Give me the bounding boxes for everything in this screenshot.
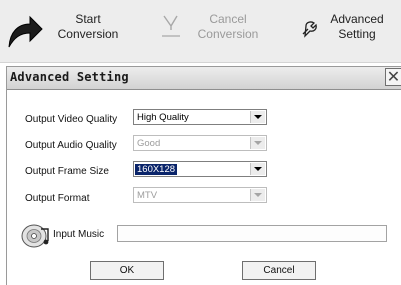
input-music-field[interactable] <box>117 225 387 242</box>
chevron-down-icon <box>250 189 265 201</box>
frame-size-select[interactable]: 160X128 <box>133 161 267 177</box>
cancel-button[interactable]: Cancel <box>242 261 316 280</box>
audio-quality-value: Good <box>137 138 161 149</box>
close-icon[interactable]: ✕ <box>385 68 401 86</box>
main-toolbar: Start Conversion Cancel Conversion Advan… <box>0 0 401 63</box>
cancel-conversion-button[interactable]: Cancel Conversion <box>160 10 290 54</box>
video-quality-select[interactable]: High Quality <box>133 109 267 125</box>
dialog-titlebar[interactable]: Advanced Setting ✕ <box>7 66 401 90</box>
chevron-down-icon[interactable] <box>250 111 265 123</box>
frame-size-value: 160X128 <box>135 164 178 175</box>
video-quality-label: Output Video Quality <box>25 114 118 125</box>
format-select: MTV <box>133 187 267 203</box>
video-quality-value: High Quality <box>137 112 189 123</box>
advanced-setting-dialog: Advanced Setting ✕ Output Video Quality … <box>6 66 401 285</box>
format-label: Output Format <box>25 193 90 204</box>
advanced-setting-button[interactable]: Advanced Setting <box>300 10 400 54</box>
frame-size-label: Output Frame Size <box>25 166 109 177</box>
input-music-label: Input Music <box>53 229 105 240</box>
chevron-down-icon <box>250 137 265 149</box>
start-conversion-label: Start Conversion <box>57 12 119 41</box>
audio-quality-select: Good <box>133 135 267 151</box>
start-conversion-button[interactable]: Start Conversion <box>6 10 146 54</box>
arrow-icon <box>6 12 44 55</box>
format-value: MTV <box>137 190 158 201</box>
cancel-conversion-label: Cancel Conversion <box>197 12 259 41</box>
ok-button[interactable]: OK <box>90 261 164 280</box>
advanced-setting-label: Advanced Setting <box>330 12 384 41</box>
chevron-down-icon[interactable] <box>250 163 265 175</box>
dialog-title: Advanced Setting <box>10 70 129 84</box>
cancel-icon <box>160 14 182 45</box>
music-disc-icon[interactable] <box>21 223 51 254</box>
audio-quality-label: Output Audio Quality <box>25 140 117 151</box>
